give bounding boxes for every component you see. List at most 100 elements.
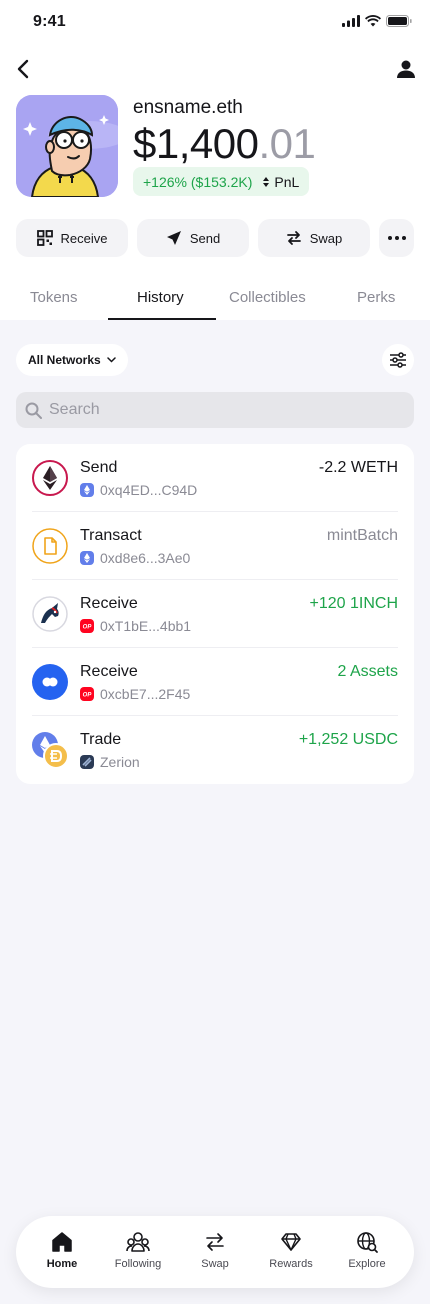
signal-icon	[342, 15, 360, 27]
history-amount: -2.2 WETH	[318, 459, 398, 476]
history-amount: +1,252 USDC	[298, 731, 398, 748]
search-bar[interactable]	[16, 392, 414, 428]
send-icon	[166, 231, 181, 245]
swap-label: Swap	[309, 230, 343, 246]
back-button[interactable]	[12, 57, 36, 81]
search-input[interactable]	[49, 401, 389, 419]
history-subtitle: OP 0xT1bE...4bb1	[80, 618, 191, 634]
pnl-toggle[interactable]: PnL	[262, 174, 299, 190]
chevron-left-icon	[17, 59, 29, 79]
network-selector[interactable]: All Networks	[16, 344, 128, 376]
nav-home-label: Home	[46, 1258, 78, 1270]
ethereum-network-icon	[80, 483, 94, 497]
multi-asset-icon	[32, 664, 68, 700]
more-button[interactable]	[379, 219, 414, 257]
more-icon	[387, 236, 406, 240]
history-title: Send	[80, 459, 118, 476]
history-row-trade[interactable]: Trade Zerion +1,252 USDC	[16, 716, 414, 784]
svg-text:OP: OP	[83, 625, 93, 631]
ethereum-icon	[32, 460, 68, 496]
tab-tokens[interactable]: Tokens	[30, 289, 78, 306]
status-bar: 9:41	[0, 0, 430, 44]
svg-text:OP: OP	[83, 693, 93, 699]
history-address: 0xd8e6...3Ae0	[100, 550, 191, 566]
history-title: Trade	[80, 731, 122, 748]
tab-perks[interactable]: Perks	[357, 289, 395, 306]
zerion-icon	[80, 755, 94, 769]
nav-explore[interactable]: Explore	[329, 1230, 405, 1270]
nav-rewards-label: Rewards	[269, 1258, 313, 1270]
history-row-receive-1inch[interactable]: Receive OP 0xT1bE...4bb1 +120 1INCH	[16, 580, 414, 648]
nav-swap[interactable]: Swap	[177, 1230, 253, 1270]
people-icon	[126, 1232, 150, 1252]
ethereum-network-icon	[80, 551, 94, 565]
filter-button[interactable]	[382, 344, 414, 376]
nav-following[interactable]: Following	[100, 1230, 176, 1270]
swap-icon	[286, 231, 301, 245]
tab-bar: Tokens History Collectibles Perks	[0, 280, 430, 320]
nav-following-label: Following	[114, 1258, 162, 1270]
history-row-receive-assets[interactable]: Receive OP 0xcbE7...2F45 2 Assets	[16, 648, 414, 716]
wifi-icon	[365, 15, 381, 27]
nav-swap-label: Swap	[201, 1258, 229, 1270]
history-address: 0xq4ED...C94D	[100, 482, 198, 498]
history-address: Zerion	[100, 754, 140, 770]
history-title: Receive	[80, 595, 138, 612]
profile-button[interactable]	[394, 57, 418, 81]
1inch-unicorn-icon	[32, 596, 68, 632]
active-tab-indicator	[108, 318, 216, 320]
swap-button[interactable]: Swap	[258, 219, 370, 257]
history-amount: +120 1INCH	[309, 595, 399, 612]
balance-integer: $1,400	[133, 120, 259, 167]
user-icon	[397, 60, 415, 78]
history-subtitle: OP 0xcbE7...2F45	[80, 686, 190, 702]
chevron-down-icon	[106, 357, 116, 363]
nav-home[interactable]: Home	[24, 1230, 100, 1270]
history-row-send[interactable]: Send 0xq4ED...C94D -2.2 WETH	[16, 444, 414, 512]
receive-label: Receive	[60, 230, 108, 246]
diamond-icon	[281, 1233, 301, 1251]
receive-button[interactable]: Receive	[16, 219, 128, 257]
swap-icon	[206, 1233, 224, 1251]
document-icon	[32, 528, 68, 564]
history-subtitle: Zerion	[80, 754, 140, 770]
nav-rewards[interactable]: Rewards	[253, 1230, 329, 1270]
status-icons	[342, 15, 412, 27]
history-amount: mintBatch	[326, 527, 398, 544]
globe-search-icon	[357, 1232, 378, 1253]
pnl-label: PnL	[274, 173, 300, 190]
balance-change: +126% ($153.2K)	[143, 173, 253, 190]
battery-icon	[386, 15, 412, 27]
history-address: 0xT1bE...4bb1	[100, 618, 192, 634]
sort-arrows-icon	[263, 176, 270, 187]
filter-row: All Networks	[16, 344, 414, 376]
eth-usdc-trade-icon	[32, 732, 69, 769]
send-button[interactable]: Send	[137, 219, 249, 257]
tab-history[interactable]: History	[137, 289, 184, 306]
balance-decimal: .01	[258, 120, 316, 167]
balance: $1,400.01	[133, 120, 316, 168]
network-selector-label: All Networks	[28, 353, 101, 367]
history-row-transact[interactable]: Transact 0xd8e6...3Ae0 mintBatch	[16, 512, 414, 580]
optimism-network-icon: OP	[80, 619, 94, 633]
bottom-navigation: Home Following Swap Rewards Explore	[16, 1216, 414, 1288]
history-subtitle: 0xd8e6...3Ae0	[80, 550, 190, 566]
pnl-badge[interactable]: +126% ($153.2K) PnL	[133, 167, 310, 196]
history-amount: 2 Assets	[337, 663, 398, 680]
avatar-illustration-icon	[16, 95, 118, 197]
history-subtitle: 0xq4ED...C94D	[80, 482, 197, 498]
ens-name: ensname.eth	[133, 97, 243, 118]
avatar[interactable]	[16, 95, 118, 197]
tab-collectibles[interactable]: Collectibles	[229, 289, 306, 306]
history-list: Send 0xq4ED...C94D -2.2 WETH Transact 0x…	[16, 444, 414, 784]
history-address: 0xcbE7...2F45	[100, 686, 191, 702]
sliders-icon	[390, 352, 406, 368]
history-title: Receive	[80, 663, 138, 680]
send-label: Send	[189, 230, 221, 246]
status-time: 9:41	[33, 13, 66, 30]
nav-explore-label: Explore	[348, 1258, 386, 1270]
history-title: Transact	[80, 527, 142, 544]
optimism-network-icon: OP	[80, 687, 94, 701]
qr-code-icon	[36, 230, 53, 246]
home-icon	[52, 1232, 72, 1252]
